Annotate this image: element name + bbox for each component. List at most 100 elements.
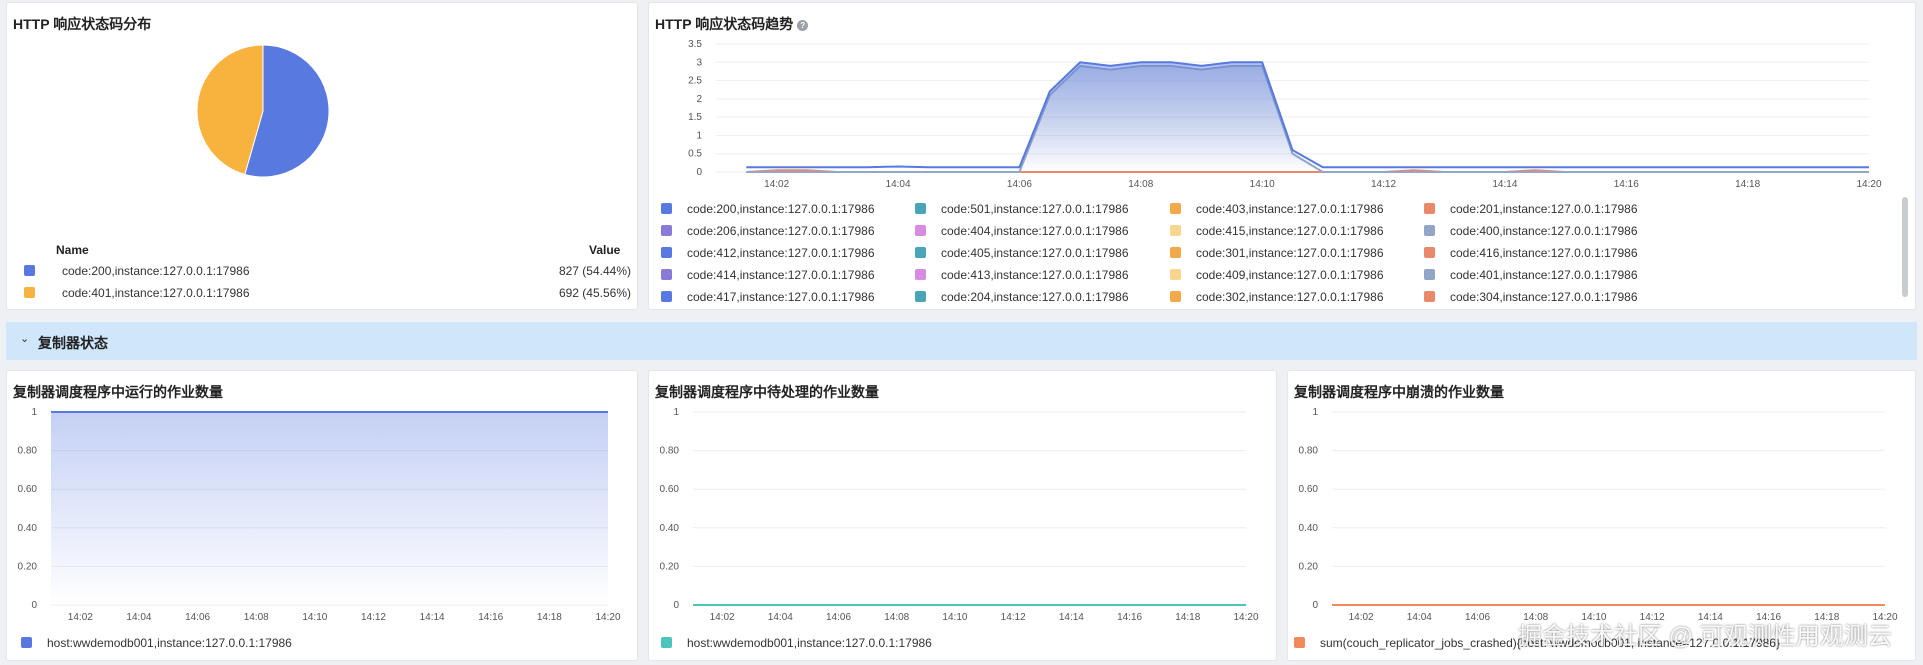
x-tick-label: 14:10 bbox=[1250, 179, 1275, 190]
x-tick-label: 14:10 bbox=[942, 612, 967, 623]
legend-label: code:409,instance:127.0.0.1:17986 bbox=[1196, 268, 1384, 282]
trend-panel: HTTP 响应状态码趋势? 0 0.5 1 1.5 2 2.5 3 3.5 14:02 14:04… bbox=[648, 2, 1916, 310]
y-tick-label: 1 bbox=[673, 407, 679, 418]
legend-name-header: Name bbox=[56, 243, 89, 257]
y-tick-label: 1.5 bbox=[688, 112, 702, 123]
legend-label: code:302,instance:127.0.0.1:17986 bbox=[1196, 290, 1384, 304]
x-tick-label: 14:06 bbox=[1007, 179, 1032, 190]
legend-value-header: Value bbox=[589, 243, 621, 257]
pending-jobs-panel: 复制器调度程序中待处理的作业数量 0 0.20 0.40 0.60 0.80 1 14:02… bbox=[648, 370, 1277, 661]
chevron-down-icon[interactable]: ⌄ bbox=[20, 332, 29, 345]
legend-label: code:404,instance:127.0.0.1:17986 bbox=[941, 224, 1129, 238]
y-tick-label: 0.20 bbox=[1299, 561, 1319, 572]
y-tick-label: 0.80 bbox=[1299, 446, 1319, 457]
legend-swatch bbox=[661, 203, 672, 214]
legend-swatch bbox=[1424, 225, 1435, 236]
y-tick-label: 2.5 bbox=[688, 76, 702, 87]
y-tick-label: 0 bbox=[31, 600, 37, 611]
legend-swatch bbox=[1294, 637, 1305, 648]
legend-swatch bbox=[24, 287, 35, 298]
x-tick-label: 14:02 bbox=[68, 612, 93, 623]
legend-swatch bbox=[1170, 225, 1181, 236]
y-tick-label: 0 bbox=[1312, 600, 1318, 611]
running-jobs-chart[interactable]: 0 0.20 0.40 0.60 0.80 1 14:02 14:04 14:06 14:08 14… bbox=[7, 371, 639, 631]
legend-label: code:414,instance:127.0.0.1:17986 bbox=[687, 268, 875, 282]
x-tick-label: 14:14 bbox=[1492, 179, 1517, 190]
legend-name: code:401,instance:127.0.0.1:17986 bbox=[62, 286, 250, 300]
legend-label: code:301,instance:127.0.0.1:17986 bbox=[1196, 246, 1384, 260]
y-tick-label: 0 bbox=[696, 167, 702, 178]
legend-row[interactable]: code:401,instance:127.0.0.1:17986 692 (4… bbox=[24, 283, 631, 303]
y-tick-label: 0.40 bbox=[1299, 523, 1319, 534]
legend-label: code:412,instance:127.0.0.1:17986 bbox=[687, 246, 875, 260]
x-tick-label: 14:08 bbox=[244, 612, 269, 623]
x-tick-label: 14:04 bbox=[1407, 612, 1432, 623]
legend-swatch bbox=[661, 291, 672, 302]
legend-label: host:wwdemodb001,instance:127.0.0.1:1798… bbox=[687, 636, 932, 650]
running-jobs-panel: 复制器调度程序中运行的作业数量 0 0.20 0.40 0.60 0.80 1 14:02 1… bbox=[6, 370, 638, 661]
y-tick-label: 2 bbox=[696, 94, 702, 105]
legend-swatch bbox=[661, 247, 672, 258]
x-tick-label: 14:18 bbox=[1175, 612, 1200, 623]
y-tick-label: 0.20 bbox=[660, 561, 680, 572]
legend-label: code:204,instance:127.0.0.1:17986 bbox=[941, 290, 1129, 304]
y-tick-label: 0 bbox=[673, 600, 679, 611]
legend-swatch bbox=[661, 637, 672, 648]
crashed-jobs-chart[interactable]: 00.200.400.600.80114:02 14:04 14:06 14:08 14… bbox=[1288, 371, 1917, 631]
legend-value: 827 (54.44%) bbox=[558, 264, 631, 278]
series-line[interactable] bbox=[746, 64, 1869, 173]
series-area bbox=[51, 412, 608, 605]
legend-swatch bbox=[915, 247, 926, 258]
y-tick-label: 0.80 bbox=[660, 446, 680, 457]
legend-swatch bbox=[1170, 203, 1181, 214]
x-tick-label: 14:18 bbox=[537, 612, 562, 623]
x-tick-label: 14:04 bbox=[886, 179, 911, 190]
x-tick-label: 14:04 bbox=[768, 612, 793, 623]
legend-swatch bbox=[1424, 269, 1435, 280]
legend-label: code:501,instance:127.0.0.1:17986 bbox=[941, 202, 1129, 216]
legend-label: code:416,instance:127.0.0.1:17986 bbox=[1450, 246, 1638, 260]
x-tick-label: 14:20 bbox=[595, 612, 620, 623]
series-line[interactable] bbox=[746, 61, 1869, 169]
x-tick-label: 14:06 bbox=[185, 612, 210, 623]
section-header[interactable]: ⌄ 复制器状态 bbox=[6, 322, 1917, 360]
x-tick-label: 14:20 bbox=[1856, 179, 1881, 190]
y-tick-label: 3 bbox=[696, 57, 702, 68]
x-tick-label: 14:20 bbox=[1233, 612, 1258, 623]
legend-scrollbar[interactable] bbox=[1902, 197, 1908, 297]
legend-swatch bbox=[915, 225, 926, 236]
y-tick-label: 0.60 bbox=[18, 484, 38, 495]
x-tick-label: 14:16 bbox=[478, 612, 503, 623]
series-area bbox=[746, 65, 1869, 172]
x-tick-label: 14:16 bbox=[1614, 179, 1639, 190]
pending-jobs-chart[interactable]: 0 0.20 0.40 0.60 0.80 1 14:02 14:04 14:06 14:08 14… bbox=[649, 371, 1278, 631]
x-tick-label: 14:08 bbox=[1128, 179, 1153, 190]
legend-label: host:wwdemodb001,instance:127.0.0.1:1798… bbox=[47, 636, 292, 650]
legend-value: 692 (45.56%) bbox=[558, 286, 631, 300]
legend-label: code:201,instance:127.0.0.1:17986 bbox=[1450, 202, 1638, 216]
y-tick-label: 0.40 bbox=[660, 523, 680, 534]
legend-label: code:403,instance:127.0.0.1:17986 bbox=[1196, 202, 1384, 216]
x-tick-label: 14:02 bbox=[764, 179, 789, 190]
legend-label: code:206,instance:127.0.0.1:17986 bbox=[687, 224, 875, 238]
y-tick-label: 0.5 bbox=[688, 149, 702, 160]
trend-chart[interactable]: 0 0.5 1 1.5 2 2.5 3 3.5 14:02 14:04 14:06 14:08 14:1… bbox=[649, 3, 1917, 193]
x-tick-label: 14:02 bbox=[710, 612, 735, 623]
y-tick-label: 3.5 bbox=[688, 39, 702, 50]
x-tick-label: 14:08 bbox=[884, 612, 909, 623]
y-tick-label: 0.60 bbox=[660, 484, 680, 495]
legend-row[interactable]: code:200,instance:127.0.0.1:17986 827 (5… bbox=[24, 261, 631, 281]
legend-swatch bbox=[1424, 247, 1435, 258]
y-tick-label: 0.40 bbox=[18, 523, 38, 534]
legend-label: code:417,instance:127.0.0.1:17986 bbox=[687, 290, 875, 304]
y-tick-label: 0.20 bbox=[18, 561, 38, 572]
legend-label: code:200,instance:127.0.0.1:17986 bbox=[687, 202, 875, 216]
legend-swatch bbox=[661, 269, 672, 280]
section-title: 复制器状态 bbox=[38, 335, 108, 351]
legend-swatch bbox=[1170, 291, 1181, 302]
legend-swatch bbox=[915, 291, 926, 302]
x-tick-label: 14:02 bbox=[1349, 612, 1374, 623]
legend-swatch bbox=[915, 269, 926, 280]
y-tick-label: 1 bbox=[1312, 407, 1318, 418]
x-tick-label: 14:18 bbox=[1735, 179, 1760, 190]
